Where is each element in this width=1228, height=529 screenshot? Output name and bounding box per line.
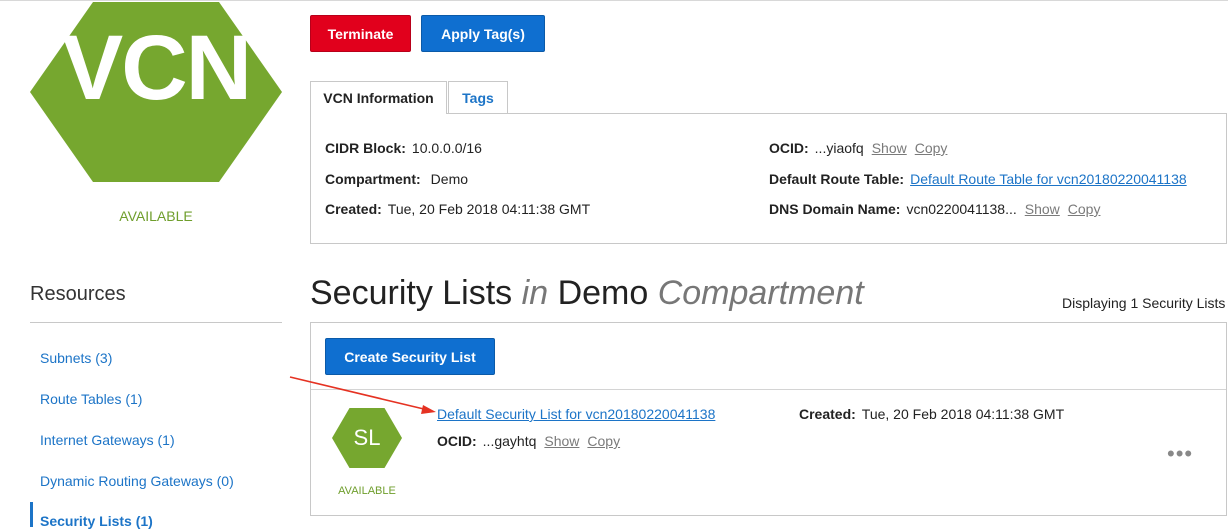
annotation-arrow-line [289,376,429,411]
security-list-created-row: Created: Tue, 20 Feb 2018 04:11:38 GMT [799,406,1064,422]
dns-row: DNS Domain Name: vcn0220041138... Show Copy [769,201,1100,217]
dns-copy-link[interactable]: Copy [1068,201,1101,217]
route-table-row: Default Route Table: Default Route Table … [769,171,1187,187]
security-list-copy-link[interactable]: Copy [587,433,620,449]
security-list-ocid-value: ...gayhtq [482,433,537,449]
sidebar-active-indicator [30,502,33,527]
tab-vcn-information[interactable]: VCN Information [310,81,447,114]
security-list-status: AVAILABLE [338,485,396,497]
section-heading: Security Lists in Demo Compartment [310,274,864,313]
tab-tags[interactable]: Tags [448,81,508,113]
route-table-link[interactable]: Default Route Table for vcn2018022004113… [910,171,1187,187]
dns-value: vcn0220041138... [906,201,1017,217]
annotation-arrow-head [421,405,436,414]
created-value: Tue, 20 Feb 2018 04:11:38 GMT [387,201,591,217]
compartment-row: Compartment: Demo [325,171,468,187]
security-list-name-row: Default Security List for vcn20180220041… [437,406,715,422]
security-list-ocid-label: OCID: [437,433,477,449]
annotation-arrow-icon [289,376,436,414]
sidebar-item-route-tables[interactable]: Route Tables (1) [40,391,142,407]
security-list-created-value: Tue, 20 Feb 2018 04:11:38 GMT [861,406,1065,422]
ocid-row: OCID: ...yiaofq Show Copy [769,140,947,156]
security-list-created-label: Created: [799,406,856,422]
compartment-value: Demo [430,171,469,187]
security-list-icon-text: SL [353,425,381,450]
vcn-icon-text: VCN [61,16,252,119]
security-list-ocid-row: OCID: ...gayhtq Show Copy [437,433,620,449]
resources-divider [30,322,282,323]
cidr-label: CIDR Block: [325,140,406,156]
route-table-label: Default Route Table: [769,171,905,187]
dns-label: DNS Domain Name: [769,201,901,217]
section-compartment: Demo [557,274,649,312]
ocid-label: OCID: [769,140,809,156]
created-label: Created: [325,201,382,217]
sidebar-item-subnets[interactable]: Subnets (3) [40,350,112,366]
security-list-name-link[interactable]: Default Security List for vcn20180220041… [437,406,715,422]
cidr-row: CIDR Block: 10.0.0.0/16 [325,140,482,156]
vcn-status: AVAILABLE [119,208,193,224]
compartment-label: Compartment: [325,171,421,187]
ocid-value: ...yiaofq [814,140,864,156]
more-actions-ellipsis-icon[interactable]: ••• [1167,441,1193,467]
dns-show-link[interactable]: Show [1025,201,1060,217]
section-title: Security Lists [310,274,513,312]
sidebar-item-dynamic-routing-gateways[interactable]: Dynamic Routing Gateways (0) [40,473,234,489]
security-list-show-link[interactable]: Show [544,433,579,449]
ocid-copy-link[interactable]: Copy [915,140,948,156]
section-compartment-word: Compartment [657,274,864,312]
ocid-show-link[interactable]: Show [872,140,907,156]
resources-title: Resources [30,283,126,305]
section-in-word: in [521,274,549,312]
created-row: Created: Tue, 20 Feb 2018 04:11:38 GMT [325,201,590,217]
apply-tags-button[interactable]: Apply Tag(s) [421,15,545,52]
sidebar-item-internet-gateways[interactable]: Internet Gateways (1) [40,432,175,448]
top-divider [0,0,1228,1]
cidr-value: 10.0.0.0/16 [411,140,482,156]
terminate-button[interactable]: Terminate [310,15,411,52]
displaying-count: Displaying 1 Security Lists [1062,295,1226,311]
list-divider [311,389,1226,390]
